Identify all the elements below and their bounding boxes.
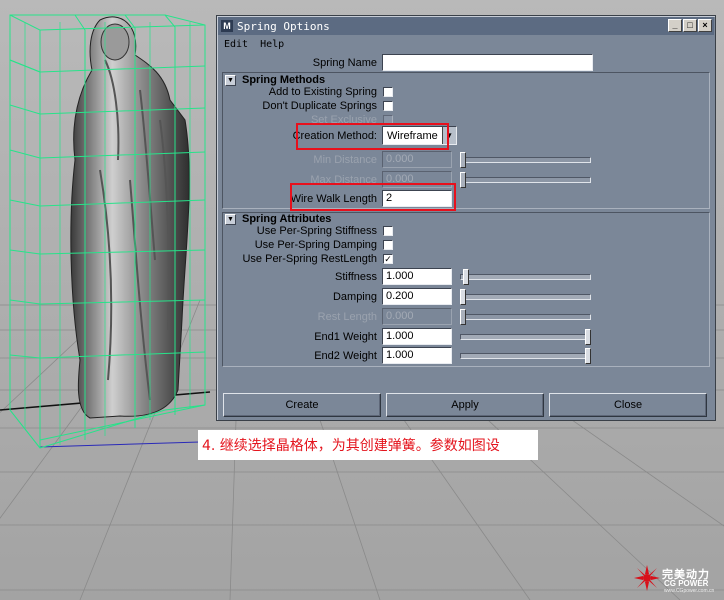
logo-english-text: CG POWER	[664, 579, 709, 588]
spring-methods-title: Spring Methods	[242, 74, 326, 86]
spring-name-input[interactable]	[382, 54, 593, 71]
close-button[interactable]: Close	[549, 393, 707, 417]
end2-weight-slider[interactable]	[460, 348, 591, 364]
collapse-arrow-icon[interactable]: ▼	[225, 213, 236, 225]
per-spring-damping-label: Use Per-Spring Damping	[254, 239, 377, 251]
end2-weight-label: End2 Weight	[314, 349, 377, 362]
spring-attributes-title: Spring Attributes	[242, 213, 332, 225]
creation-method-highlight	[296, 123, 449, 150]
end1-weight-input[interactable]: 1.000	[382, 328, 452, 345]
per-spring-stiffness-label: Use Per-Spring Stiffness	[256, 225, 377, 237]
end1-weight-slider[interactable]	[460, 329, 591, 345]
logo-url-text: www.CGpower.com.cn	[664, 588, 715, 594]
damping-label: Damping	[332, 290, 377, 303]
minimize-button[interactable]: _	[668, 19, 682, 32]
slider-thumb[interactable]	[585, 329, 591, 345]
slider-thumb	[460, 172, 466, 188]
rest-length-input: 0.000	[382, 308, 452, 325]
cgpower-mark-icon	[634, 565, 660, 591]
create-button[interactable]: Create	[223, 393, 381, 417]
apply-button[interactable]: Apply	[386, 393, 544, 417]
collapse-arrow-icon[interactable]: ▼	[225, 74, 236, 86]
slider-thumb[interactable]	[460, 289, 466, 305]
wire-walk-length-highlight	[290, 183, 456, 211]
dont-duplicate-label: Don't Duplicate Springs	[262, 100, 377, 112]
title-bar[interactable]: M Spring Options _ □ ×	[218, 17, 714, 35]
slider-thumb[interactable]	[463, 269, 469, 285]
min-distance-slider	[460, 152, 591, 168]
slider-thumb[interactable]	[585, 348, 591, 364]
rest-length-label: Rest Length	[317, 310, 377, 323]
spring-methods-header[interactable]: ▼ Spring Methods	[225, 73, 325, 87]
menu-edit[interactable]: Edit	[224, 39, 248, 50]
maya-app-icon: M	[221, 20, 233, 32]
maximize-button[interactable]: □	[683, 19, 697, 32]
min-distance-input: 0.000	[382, 151, 452, 168]
per-spring-stiffness-checkbox[interactable]	[383, 226, 393, 236]
spring-name-label: Spring Name	[312, 56, 377, 69]
end1-weight-label: End1 Weight	[314, 330, 377, 343]
rest-length-slider	[460, 309, 591, 325]
add-to-existing-label: Add to Existing Spring	[268, 86, 377, 98]
menu-help[interactable]: Help	[260, 39, 284, 50]
min-distance-label: Min Distance	[313, 153, 377, 166]
end2-weight-input[interactable]: 1.000	[382, 347, 452, 364]
spring-options-dialog: M Spring Options _ □ × Edit Help Spring …	[216, 15, 716, 421]
stiffness-slider[interactable]	[460, 269, 591, 285]
stiffness-input[interactable]: 1.000	[382, 268, 452, 285]
per-spring-restlength-checkbox[interactable]: ✓	[383, 254, 393, 264]
dont-duplicate-checkbox[interactable]	[383, 101, 393, 111]
menu-bar: Edit Help	[218, 36, 714, 53]
window-title: Spring Options	[237, 19, 330, 33]
spring-attributes-header[interactable]: ▼ Spring Attributes	[225, 212, 331, 226]
damping-slider[interactable]	[460, 289, 591, 305]
slider-thumb	[460, 152, 466, 168]
per-spring-restlength-label: Use Per-Spring RestLength	[242, 253, 377, 265]
per-spring-damping-checkbox[interactable]	[383, 240, 393, 250]
tutorial-caption: 4. 继续选择晶格体，为其创建弹簧。参数如图设	[198, 430, 538, 460]
stiffness-label: Stiffness	[335, 270, 377, 283]
close-window-button[interactable]: ×	[698, 19, 712, 32]
add-to-existing-checkbox[interactable]	[383, 87, 393, 97]
slider-thumb	[460, 309, 466, 325]
max-distance-slider	[460, 172, 591, 188]
damping-input[interactable]: 0.200	[382, 288, 452, 305]
cgpower-logo: 完美动力 CG POWER www.CGpower.com.cn	[634, 565, 718, 595]
